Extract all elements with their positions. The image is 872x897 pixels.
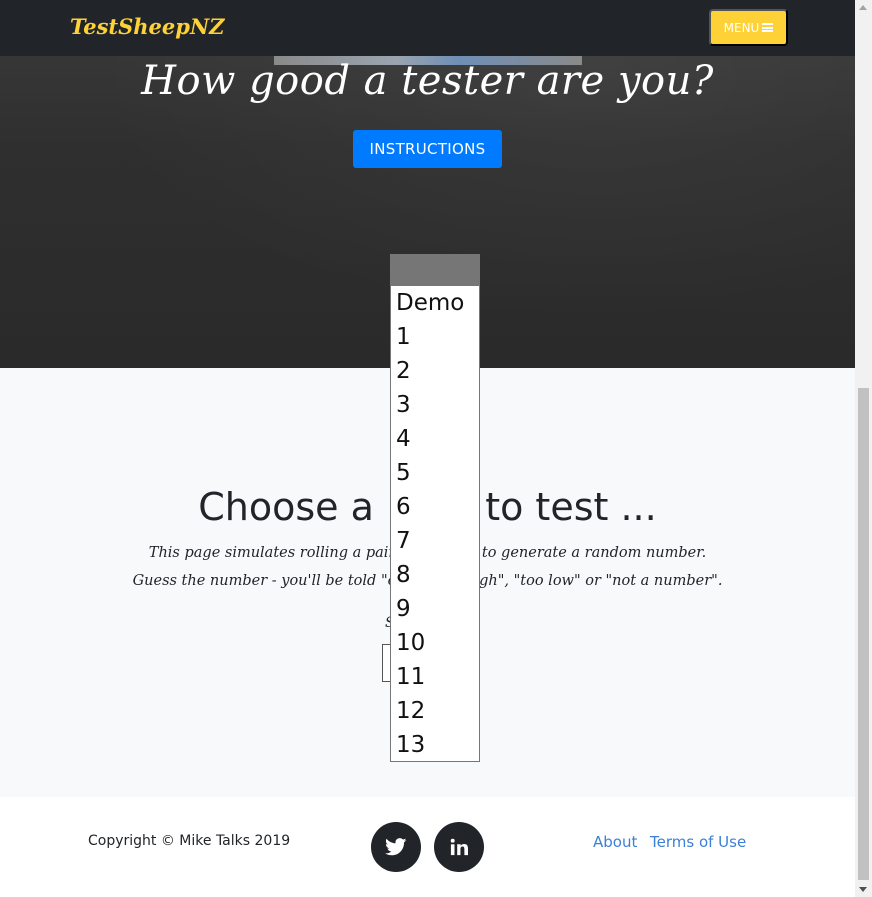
- description-line-1-end: e to generate a random number.: [468, 545, 707, 561]
- dropdown-option[interactable]: Demo: [391, 286, 479, 320]
- terms-of-use-link[interactable]: Terms of Use: [650, 833, 746, 851]
- dropdown-option[interactable]: 1: [391, 320, 479, 354]
- dropdown-option[interactable]: 4: [391, 422, 479, 456]
- brand-logo[interactable]: TestSheepNZ: [70, 14, 224, 39]
- dropdown-option[interactable]: 7: [391, 524, 479, 558]
- scroll-thumb[interactable]: [858, 388, 869, 880]
- description-line-2-end: igh", "too low" or "not a number".: [474, 573, 723, 589]
- bars-icon: [762, 23, 774, 32]
- section-heading-end: d to test ...: [449, 485, 657, 529]
- twitter-icon: [385, 838, 407, 856]
- scroll-up-arrow-icon[interactable]: [859, 5, 867, 10]
- footer: Copyright © Mike Talks 2019 About Terms …: [0, 797, 855, 897]
- copyright-text: Copyright © Mike Talks 2019: [88, 833, 291, 849]
- twitter-link[interactable]: [371, 822, 421, 872]
- scroll-down-arrow-icon[interactable]: [859, 887, 867, 892]
- dropdown-option[interactable]: 12: [391, 694, 479, 728]
- description-line-1-start: This page simulates rolling a pair o: [148, 545, 409, 561]
- dropdown-selected-option[interactable]: [391, 255, 479, 286]
- dropdown-option[interactable]: 9: [391, 592, 479, 626]
- instructions-button[interactable]: INSTRUCTIONS: [353, 130, 502, 168]
- dropdown-option[interactable]: 6: [391, 490, 479, 524]
- hero-title: How good a tester are you?: [141, 58, 714, 104]
- menu-button[interactable]: MENU: [709, 9, 788, 46]
- dropdown-option[interactable]: 8: [391, 558, 479, 592]
- dropdown-option[interactable]: 11: [391, 660, 479, 694]
- menu-label: MENU: [723, 20, 760, 35]
- dropdown-option[interactable]: 3: [391, 388, 479, 422]
- vertical-scrollbar[interactable]: [855, 0, 872, 897]
- section-heading-start: Choose a: [198, 485, 386, 529]
- linkedin-icon: [450, 838, 468, 856]
- dropdown-option[interactable]: 10: [391, 626, 479, 660]
- navbar: TestSheepNZ MENU: [0, 0, 855, 56]
- dropdown-option[interactable]: 2: [391, 354, 479, 388]
- round-dropdown-list[interactable]: Demo 1 2 3 4 5 6 7 8 9 10 11 12 13: [390, 254, 480, 762]
- about-link[interactable]: About: [593, 833, 637, 851]
- linkedin-link[interactable]: [434, 822, 484, 872]
- dropdown-option[interactable]: 5: [391, 456, 479, 490]
- description-line-2-start: Guess the number - you'll be told "co: [132, 573, 405, 589]
- dropdown-option[interactable]: 13: [391, 728, 479, 761]
